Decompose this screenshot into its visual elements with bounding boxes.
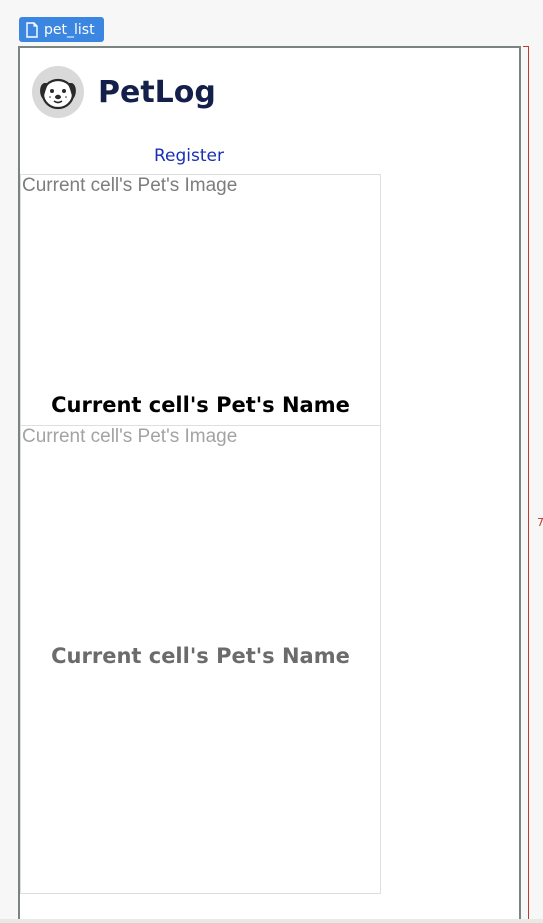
ruler-tick xyxy=(523,46,529,47)
pet-name: Current cell's Pet's Name xyxy=(51,644,350,668)
ruler-line xyxy=(528,46,529,923)
app-name: PetLog xyxy=(98,74,216,110)
pet-cell[interactable]: Current cell's Pet's Image Current cell'… xyxy=(20,425,381,894)
header: PetLog xyxy=(32,66,216,118)
register-link[interactable]: Register xyxy=(20,146,358,166)
page-tab-label: pet_list xyxy=(44,21,95,38)
bottom-strip xyxy=(0,919,543,923)
pet-cell[interactable]: Current cell's Pet's Image Current cell'… xyxy=(20,174,381,426)
page-tab[interactable]: pet_list xyxy=(19,17,104,42)
page-canvas: PetLog Register Current cell's Pet's Ima… xyxy=(18,46,521,923)
pet-image-placeholder: Current cell's Pet's Image xyxy=(22,426,238,447)
pet-name: Current cell's Pet's Name xyxy=(51,393,350,417)
ruler-label: 7 xyxy=(537,516,543,529)
pet-image-placeholder: Current cell's Pet's Image xyxy=(22,175,238,196)
dog-face-icon xyxy=(32,66,84,118)
document-icon xyxy=(26,21,38,38)
